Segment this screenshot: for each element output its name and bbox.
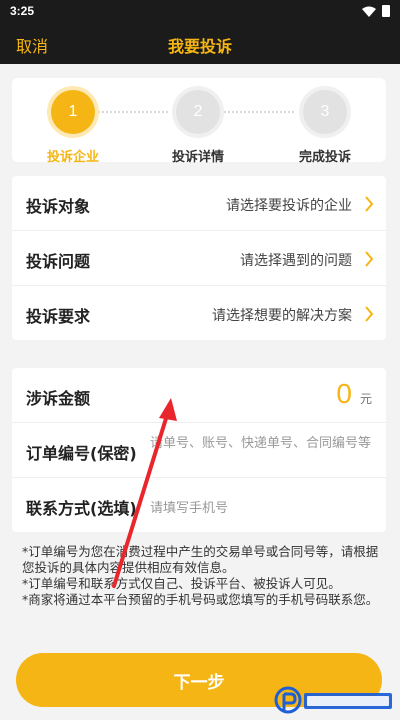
step-label: 完成投诉 — [298, 150, 351, 165]
chevron-right-icon — [365, 306, 374, 322]
progress-stepper: 1 投诉企业 2 投诉详情 3 完成投诉 — [12, 78, 386, 165]
navigation-bar: 取消 我要投诉 — [0, 22, 400, 64]
step-3: 3 完成投诉 — [280, 90, 370, 165]
notes-section: *订单编号为您在消费过程中产生的交易单号或合同号等，请根据您投诉的具体内容提供相… — [22, 544, 382, 608]
step-2: 2 投诉详情 — [153, 90, 243, 165]
amount-row[interactable]: 涉诉金额 0 元 — [12, 368, 386, 423]
complaint-target-row[interactable]: 投诉对象 请选择要投诉的企业 — [12, 176, 386, 231]
complaint-selectors-card: 投诉对象 请选择要投诉的企业 投诉问题 请选择遇到的问题 投诉要求 请选择想要的… — [12, 176, 386, 340]
row-placeholder: 请选择要投诉的企业 — [226, 198, 352, 214]
order-number-label: 订单编号(保密) — [26, 444, 137, 463]
status-bar: 3:25 — [0, 0, 400, 22]
note-text: *订单编号为您在消费过程中产生的交易单号或合同号等，请根据您投诉的具体内容提供相… — [22, 544, 379, 575]
amount-label: 涉诉金额 — [26, 389, 91, 408]
contact-row: 联系方式(选填) 请填写手机号 — [12, 478, 386, 533]
amount-input[interactable]: 0 — [336, 378, 352, 410]
step-label: 投诉企业 — [46, 150, 99, 165]
amount-unit: 元 — [359, 392, 372, 406]
note-text: *订单编号和联系方式仅自己、投诉平台、被投诉人可见。 — [22, 576, 341, 591]
wifi-icon — [362, 6, 376, 17]
contact-label: 联系方式(选填) — [26, 499, 137, 518]
status-icons — [362, 5, 390, 17]
row-label: 投诉问题 — [26, 252, 91, 271]
complaint-details-card: 涉诉金额 0 元 订单编号(保密) 请单号、账号、快递单号、合同编号等 联系方式… — [12, 368, 386, 532]
chevron-right-icon — [365, 251, 374, 267]
note-text: *商家将通过本平台预留的手机号码或您填写的手机号码联系您。 — [22, 592, 379, 607]
pcpop-watermark-logo — [274, 686, 392, 714]
order-number-row: 订单编号(保密) 请单号、账号、快递单号、合同编号等 — [12, 423, 386, 478]
step-number: 2 — [176, 90, 220, 134]
row-label: 投诉对象 — [26, 197, 91, 216]
step-number: 3 — [303, 90, 347, 134]
complaint-issue-row[interactable]: 投诉问题 请选择遇到的问题 — [12, 231, 386, 286]
step-label: 投诉详情 — [171, 150, 224, 165]
phone-input[interactable]: 请填写手机号 — [150, 497, 228, 516]
row-placeholder: 请选择想要的解决方案 — [212, 308, 352, 324]
step-number: 1 — [51, 90, 95, 134]
complaint-request-row[interactable]: 投诉要求 请选择想要的解决方案 — [12, 286, 386, 341]
order-number-input[interactable]: 请单号、账号、快递单号、合同编号等 — [150, 435, 374, 452]
page-title: 我要投诉 — [167, 37, 232, 56]
row-placeholder: 请选择遇到的问题 — [240, 253, 352, 269]
status-time: 3:25 — [10, 4, 35, 18]
step-1: 1 投诉企业 — [28, 90, 118, 165]
battery-icon — [382, 5, 390, 17]
row-label: 投诉要求 — [26, 307, 91, 326]
chevron-right-icon — [365, 196, 374, 212]
